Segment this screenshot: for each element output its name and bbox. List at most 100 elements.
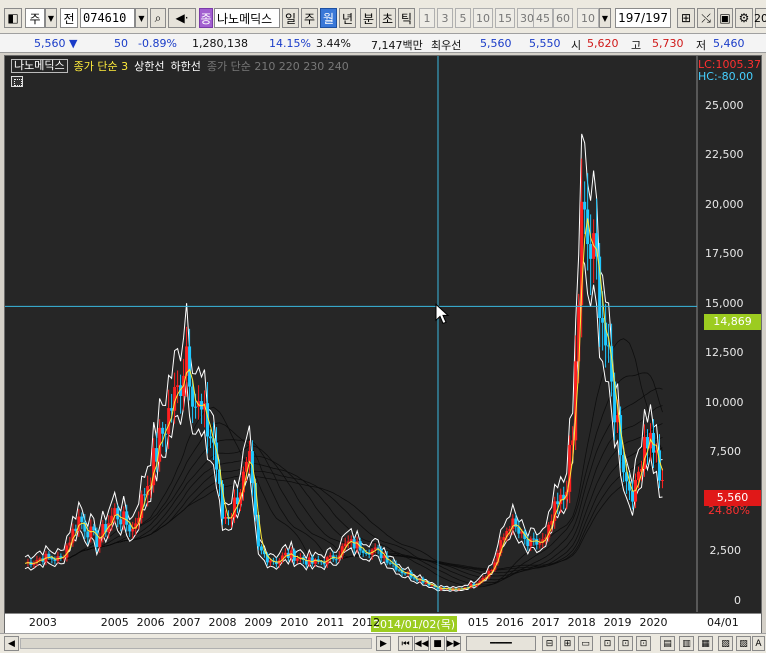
tab-year[interactable]: 년	[339, 8, 356, 28]
y-tick-label: 10,000	[705, 395, 744, 409]
candle-body	[334, 559, 338, 561]
tab-minute[interactable]: 분	[360, 8, 377, 28]
tab-week[interactable]: 주	[301, 8, 318, 28]
y-tick-label: 22,500	[705, 148, 744, 162]
scroll-left-icon[interactable]: ◀	[4, 636, 19, 651]
chart-settings-icon[interactable]	[11, 76, 23, 87]
y-tick-label: 15,000	[705, 296, 744, 310]
legend-upper-band: 상한선	[134, 60, 165, 73]
full-view-icon[interactable]: ▭	[578, 636, 593, 651]
x-tick-label: 2010	[280, 616, 309, 629]
toolbar: ◧ 주 ▼ 전 074610 ▼ ⌕ ◀︎· 종 나노메딕스 일 주 월 년 분…	[0, 0, 766, 34]
stop-icon[interactable]: ■	[430, 636, 445, 651]
interval-1[interactable]: 1	[419, 8, 435, 28]
interval-15[interactable]: 15	[495, 8, 515, 28]
x-tick-label: 04/01	[707, 616, 739, 629]
tab-month[interactable]: 월	[320, 8, 337, 28]
stock-code-input[interactable]: 074610	[80, 8, 135, 28]
zoom-slider[interactable]: ━━━━	[466, 636, 536, 651]
cursor-date-label: 2014/01/02(목)	[371, 616, 458, 632]
zoom-out-icon[interactable]: ⊟	[542, 636, 557, 651]
grid-icon[interactable]: ⊞	[677, 8, 695, 28]
y-tick-label: 20,000	[705, 197, 744, 211]
best-ask: 5,560	[480, 37, 512, 50]
stock-name-field[interactable]: 나노메딕스	[214, 8, 280, 28]
text-tool-button[interactable]: A	[752, 636, 765, 651]
x-tick-label: 2003	[28, 616, 57, 629]
chevron-down-icon[interactable]: ▼	[45, 8, 57, 28]
scroll-right-icon[interactable]: ▶	[376, 636, 391, 651]
interval-10[interactable]: 10	[473, 8, 493, 28]
y-tick-label: 2,500	[709, 544, 742, 558]
y-tick-label: 0	[734, 594, 741, 607]
first-page-icon[interactable]: ⏮	[398, 636, 413, 651]
candle-body	[128, 524, 132, 532]
interval-60[interactable]: 60	[553, 8, 573, 28]
candle-body	[259, 546, 263, 551]
interval-dropdown-icon[interactable]: ▼	[599, 8, 611, 28]
candle-body	[119, 519, 123, 525]
scroll-bar: ◀ ▶ ⏮ ◀◀ ■ ▶▶ ━━━━ ⊟ ⊞ ▭ ⊡ ⊡ ⊡ ▤ ▥ ▦ ▧ ▨…	[0, 633, 766, 653]
candle-body	[556, 501, 560, 505]
price-change: 50	[114, 37, 128, 50]
tab-day[interactable]: 일	[282, 8, 299, 28]
stock-type-badge: 종	[199, 8, 213, 28]
candle-body	[397, 569, 401, 571]
price-chart[interactable]: 나노메딕스 종가 단순 3 상한선 하한선 종가 단순 210 220 230 …	[4, 55, 762, 633]
window-menu-icon[interactable]: ◧	[4, 8, 22, 28]
candle-body	[113, 508, 117, 516]
interval-5[interactable]: 5	[455, 8, 471, 28]
search-icon[interactable]: ⌕	[150, 8, 166, 28]
candle-body	[223, 517, 227, 519]
tool-4-icon[interactable]: ▤	[660, 636, 675, 651]
tool-8-icon[interactable]: ▨	[736, 636, 751, 651]
x-tick-label: 2005	[100, 616, 129, 629]
code-dropdown-icon[interactable]: ▼	[135, 8, 148, 28]
candle-body	[310, 557, 314, 564]
x-tick-label: 2007	[172, 616, 201, 629]
candle-body	[38, 558, 42, 560]
candle-body	[47, 553, 51, 558]
scroll-track[interactable]	[20, 638, 372, 649]
price-change-pct: -0.89%	[138, 37, 177, 50]
high-label: 고	[631, 39, 642, 52]
candle-body	[92, 526, 96, 531]
count-input[interactable]: 197/197	[615, 8, 671, 28]
interval-input[interactable]: 10	[577, 8, 599, 28]
interval-3[interactable]: 3	[437, 8, 453, 28]
x-axis: 2014/01/02(목) 2003 2005 2006 2007 2008 2009 20…	[5, 613, 761, 633]
candle-body	[125, 511, 129, 525]
edge-button[interactable]: 20	[754, 8, 766, 28]
candle-body	[268, 560, 272, 563]
tool-2-icon[interactable]: ⊡	[618, 636, 633, 651]
prev-button[interactable]: 전	[60, 8, 78, 28]
candle-body	[209, 436, 213, 439]
fast-forward-icon[interactable]: ▶▶	[446, 636, 461, 651]
crosshair-toggle-icon[interactable]: ⤯	[697, 8, 715, 28]
x-tick-label: 2019	[603, 616, 632, 629]
tab-tick[interactable]: 틱	[398, 8, 415, 28]
period-select[interactable]: 주	[25, 8, 45, 28]
tool-3-icon[interactable]: ⊡	[636, 636, 651, 651]
interval-45[interactable]: 45	[533, 8, 553, 28]
gear-icon[interactable]: ⚙	[735, 8, 753, 28]
candle-body	[424, 582, 428, 584]
chart-canvas[interactable]	[5, 56, 761, 612]
zoom-in-icon[interactable]: ⊞	[560, 636, 575, 651]
tool-6-icon[interactable]: ▦	[698, 636, 713, 651]
volume: 1,280,138	[192, 37, 248, 50]
candle-body	[80, 516, 84, 522]
x-tick-label: 2006	[136, 616, 165, 629]
rewind-icon[interactable]: ◀◀	[414, 636, 429, 651]
tool-7-icon[interactable]: ▧	[718, 636, 733, 651]
x-tick-label: 2009	[244, 616, 273, 629]
save-icon[interactable]: ▣	[717, 8, 733, 28]
tab-second[interactable]: 초	[379, 8, 396, 28]
candle-body	[589, 244, 593, 259]
tool-1-icon[interactable]: ⊡	[600, 636, 615, 651]
hc-label: HC:-80.00	[698, 70, 754, 83]
turnover-pct: 14.15%	[269, 37, 311, 50]
speaker-icon[interactable]: ◀︎·	[168, 8, 196, 28]
tool-5-icon[interactable]: ▥	[679, 636, 694, 651]
candle-body	[328, 555, 332, 558]
